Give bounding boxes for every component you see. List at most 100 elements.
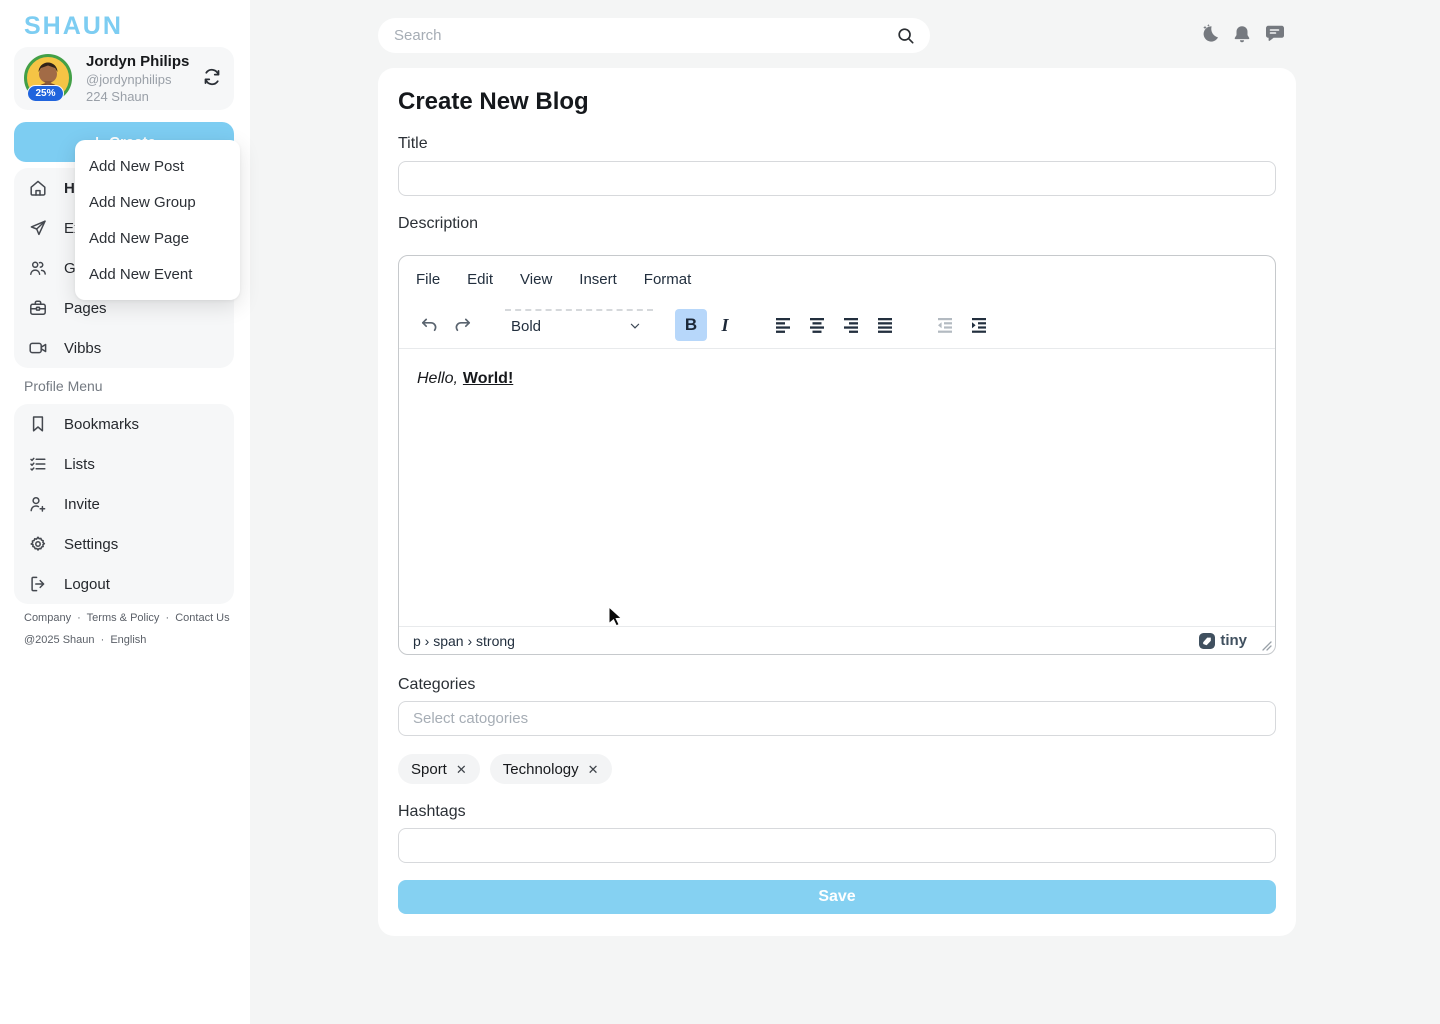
save-button[interactable]: Save (398, 880, 1276, 914)
dot-separator: · (77, 612, 81, 624)
bold-button[interactable]: B (675, 309, 707, 341)
editor-statusbar: p › span › strong tiny (399, 626, 1275, 654)
profile-name: Jordyn Philips (86, 54, 189, 69)
bold-letter: B (685, 315, 697, 335)
gear-icon (28, 534, 48, 554)
sidebar-item-label: Invite (64, 496, 100, 513)
sidebar-footer-copyright: @2025 Shaun · English (24, 634, 149, 646)
refresh-icon[interactable] (200, 66, 224, 90)
italic-letter: I (721, 315, 728, 336)
editor-content-area[interactable]: Hello, World! (399, 349, 1275, 626)
align-right-icon[interactable] (835, 309, 867, 341)
create-dropdown-menu: Add New Post Add New Group Add New Page … (75, 140, 240, 300)
link-terms[interactable]: Terms & Policy (87, 612, 160, 624)
bold-underline-text: World! (463, 370, 513, 387)
chevron-down-icon (627, 318, 643, 334)
sidebar-item-invite[interactable]: Invite (14, 484, 234, 524)
app-logo: SHAUN (24, 12, 123, 41)
user-plus-icon (28, 494, 48, 514)
dot-separator: · (165, 612, 169, 624)
sidebar-item-label: Pages (64, 300, 107, 317)
menu-item-add-new-event[interactable]: Add New Event (75, 256, 240, 292)
sidebar-item-label: Settings (64, 536, 118, 553)
selected-categories: Sport ✕ Technology ✕ (398, 754, 612, 784)
profile-balance: 224 Shaun (86, 90, 189, 103)
chip-label: Technology (503, 761, 579, 778)
sidebar-item-lists[interactable]: Lists (14, 444, 234, 484)
menu-file[interactable]: File (416, 271, 440, 288)
title-label: Title (398, 135, 428, 153)
language-selector[interactable]: English (110, 634, 146, 646)
copyright-text: @2025 Shaun (24, 634, 95, 646)
page-title: Create New Blog (398, 88, 589, 116)
tiny-branding[interactable]: tiny (1199, 632, 1247, 649)
resize-handle[interactable] (1261, 640, 1272, 651)
editor-toolbar: Bold B I (399, 302, 1275, 349)
pages-icon (28, 298, 48, 318)
hashtags-input[interactable] (398, 828, 1276, 863)
remove-chip-icon[interactable]: ✕ (588, 763, 599, 776)
undo-icon[interactable] (413, 309, 445, 341)
menu-item-add-new-group[interactable]: Add New Group (75, 184, 240, 220)
home-icon (28, 178, 48, 198)
align-center-icon[interactable] (801, 309, 833, 341)
align-justify-icon[interactable] (869, 309, 901, 341)
topbar-icons (1198, 23, 1286, 45)
blog-title-input[interactable] (398, 161, 1276, 196)
remove-chip-icon[interactable]: ✕ (456, 763, 467, 776)
lists-icon (28, 454, 48, 474)
sidebar-item-logout[interactable]: Logout (14, 564, 234, 604)
category-chip-technology: Technology ✕ (490, 754, 612, 784)
sidebar-item-settings[interactable]: Settings (14, 524, 234, 564)
selected-style-label: Bold (511, 318, 541, 335)
sidebar-item-label: Vibbs (64, 340, 101, 357)
menu-insert[interactable]: Insert (579, 271, 617, 288)
chip-label: Sport (411, 761, 447, 778)
sidebar-item-bookmarks[interactable]: Bookmarks (14, 404, 234, 444)
sidebar-item-label: Lists (64, 456, 95, 473)
description-label: Description (398, 215, 478, 233)
messages-chat-icon[interactable] (1264, 23, 1286, 45)
sidebar-item-vibbs[interactable]: Vibbs (14, 328, 234, 368)
sidebar-item-label: Logout (64, 576, 110, 593)
create-blog-panel: Create New Blog Title Description File E… (378, 68, 1296, 936)
avatar[interactable]: 25% (24, 54, 72, 102)
search-input[interactable] (378, 18, 930, 53)
menu-format[interactable]: Format (644, 271, 692, 288)
explore-icon (28, 218, 48, 238)
editor-menubar: File Edit View Insert Format (399, 256, 1275, 302)
hashtags-label: Hashtags (398, 803, 466, 821)
profile-card: 25% Jordyn Philips @jordynphilips 224 Sh… (14, 47, 234, 110)
menu-edit[interactable]: Edit (467, 271, 493, 288)
profile-menu-heading: Profile Menu (24, 378, 103, 394)
sidebar-footer-links: Company · Terms & Policy · Contact Us (24, 612, 233, 624)
search-bar (378, 18, 930, 53)
outdent-icon[interactable] (929, 309, 961, 341)
notifications-bell-icon[interactable] (1231, 23, 1253, 45)
indent-icon[interactable] (963, 309, 995, 341)
menu-item-add-new-page[interactable]: Add New Page (75, 220, 240, 256)
bookmark-icon (28, 414, 48, 434)
align-left-icon[interactable] (767, 309, 799, 341)
search-icon[interactable] (896, 26, 916, 46)
profile-progress-badge: 25% (27, 85, 64, 102)
main-area: Create New Blog Title Description File E… (250, 0, 1440, 1024)
italic-text: Hello, (417, 370, 458, 387)
text-style-dropdown[interactable]: Bold (505, 309, 653, 341)
menu-item-add-new-post[interactable]: Add New Post (75, 148, 240, 184)
redo-icon[interactable] (447, 309, 479, 341)
tiny-logo-label: tiny (1220, 632, 1247, 649)
dark-mode-icon[interactable] (1198, 23, 1220, 45)
italic-button[interactable]: I (709, 309, 741, 341)
menu-view[interactable]: View (520, 271, 552, 288)
profile-nav: Bookmarks Lists Invite Settings (14, 404, 234, 604)
link-company[interactable]: Company (24, 612, 71, 624)
profile-info: Jordyn Philips @jordynphilips 224 Shaun (86, 54, 189, 103)
profile-handle: @jordynphilips (86, 73, 189, 86)
video-icon (28, 338, 48, 358)
categories-label: Categories (398, 676, 475, 694)
tiny-logo-icon (1199, 633, 1215, 649)
groups-icon (28, 258, 48, 278)
categories-input[interactable] (398, 701, 1276, 736)
link-contact[interactable]: Contact Us (175, 612, 229, 624)
